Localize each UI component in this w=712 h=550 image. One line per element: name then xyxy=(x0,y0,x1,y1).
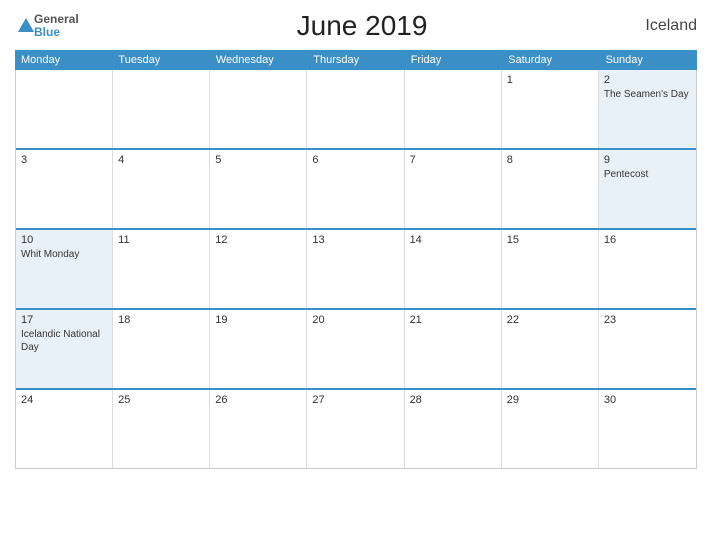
calendar-week-5: 24 25 26 27 28 29 30 xyxy=(16,390,696,469)
day-header-monday: Monday xyxy=(15,50,112,70)
calendar-cell: 28 xyxy=(405,390,502,468)
holiday-name: Whit Monday xyxy=(21,249,79,260)
day-header-friday: Friday xyxy=(405,50,502,70)
calendar-cell: 7 xyxy=(405,150,502,228)
day-header-sunday: Sunday xyxy=(600,50,697,70)
calendar-cell: 14 xyxy=(405,230,502,308)
day-number: 19 xyxy=(215,314,301,326)
day-number: 16 xyxy=(604,234,691,246)
calendar-week-2: 3456789 Pentecost xyxy=(16,150,696,230)
calendar-cell: 24 xyxy=(16,390,113,468)
calendar-wrapper: General Blue June 2019 Iceland MondayTue… xyxy=(0,0,712,550)
calendar-cell: 15 xyxy=(502,230,599,308)
day-number: 10 xyxy=(21,234,107,246)
calendar-cell xyxy=(210,70,307,148)
day-number: 24 xyxy=(21,394,107,406)
holiday-name: Pentecost xyxy=(604,169,648,180)
day-number: 11 xyxy=(118,234,204,246)
calendar-cell: 11 xyxy=(113,230,210,308)
calendar-cell xyxy=(307,70,404,148)
calendar-cell: 30 xyxy=(599,390,696,468)
day-number: 13 xyxy=(312,234,398,246)
calendar-week-1: 12 The Seamen's Day xyxy=(16,70,696,150)
day-number: 26 xyxy=(215,394,301,406)
holiday-name: The Seamen's Day xyxy=(604,89,689,100)
holiday-name: Icelandic National Day xyxy=(21,329,100,353)
day-number: 29 xyxy=(507,394,593,406)
calendar-cell: 20 xyxy=(307,310,404,388)
day-number: 23 xyxy=(604,314,691,326)
calendar-cell: 8 xyxy=(502,150,599,228)
day-number: 17 xyxy=(21,314,107,326)
day-headers: MondayTuesdayWednesdayThursdayFridaySatu… xyxy=(15,50,697,70)
calendar-cell: 25 xyxy=(113,390,210,468)
calendar-cell: 19 xyxy=(210,310,307,388)
calendar-cell: 4 xyxy=(113,150,210,228)
day-number: 2 xyxy=(604,74,691,86)
calendar-cell: 17 Icelandic National Day xyxy=(16,310,113,388)
day-number: 12 xyxy=(215,234,301,246)
day-number: 4 xyxy=(118,154,204,166)
calendar-week-4: 17 Icelandic National Day 18 19 20 21 22 23 xyxy=(16,310,696,390)
day-number: 21 xyxy=(410,314,496,326)
calendar-grid: 12 The Seamen's Day 3456789 Pentecost 10 Whit… xyxy=(15,70,697,469)
calendar-cell: 18 xyxy=(113,310,210,388)
calendar-cell: 23 xyxy=(599,310,696,388)
logo-blue: Blue xyxy=(34,26,79,39)
calendar-title: June 2019 xyxy=(297,10,428,42)
day-number: 5 xyxy=(215,154,301,166)
country-label: Iceland xyxy=(645,17,697,35)
calendar-cell: 27 xyxy=(307,390,404,468)
day-number: 22 xyxy=(507,314,593,326)
logo-text: General Blue xyxy=(34,13,79,39)
day-number: 9 xyxy=(604,154,691,166)
calendar-cell: 26 xyxy=(210,390,307,468)
day-number: 15 xyxy=(507,234,593,246)
calendar-cell: 21 xyxy=(405,310,502,388)
day-number: 3 xyxy=(21,154,107,166)
calendar-cell: 6 xyxy=(307,150,404,228)
day-number: 20 xyxy=(312,314,398,326)
day-header-thursday: Thursday xyxy=(307,50,404,70)
calendar-cell: 16 xyxy=(599,230,696,308)
day-number: 1 xyxy=(507,74,593,86)
day-header-wednesday: Wednesday xyxy=(210,50,307,70)
calendar-cell: 3 xyxy=(16,150,113,228)
calendar-cell: 2 The Seamen's Day xyxy=(599,70,696,148)
logo: General Blue xyxy=(15,13,79,39)
calendar-cell xyxy=(405,70,502,148)
day-number: 8 xyxy=(507,154,593,166)
day-number: 18 xyxy=(118,314,204,326)
day-header-saturday: Saturday xyxy=(502,50,599,70)
calendar-cell: 22 xyxy=(502,310,599,388)
calendar-cell: 10 Whit Monday xyxy=(16,230,113,308)
logo-triangle-icon xyxy=(18,18,34,32)
calendar-cell: 1 xyxy=(502,70,599,148)
calendar-cell: 9 Pentecost xyxy=(599,150,696,228)
day-number: 28 xyxy=(410,394,496,406)
calendar-cell: 29 xyxy=(502,390,599,468)
day-number: 6 xyxy=(312,154,398,166)
day-number: 14 xyxy=(410,234,496,246)
calendar-cell xyxy=(16,70,113,148)
day-number: 27 xyxy=(312,394,398,406)
day-number: 7 xyxy=(410,154,496,166)
calendar-week-3: 10 Whit Monday 11 12 13 14 15 16 xyxy=(16,230,696,310)
calendar-header: General Blue June 2019 Iceland xyxy=(15,10,697,42)
calendar-cell: 12 xyxy=(210,230,307,308)
calendar-cell xyxy=(113,70,210,148)
day-number: 25 xyxy=(118,394,204,406)
day-header-tuesday: Tuesday xyxy=(112,50,209,70)
calendar-cell: 5 xyxy=(210,150,307,228)
calendar-cell: 13 xyxy=(307,230,404,308)
day-number: 30 xyxy=(604,394,691,406)
